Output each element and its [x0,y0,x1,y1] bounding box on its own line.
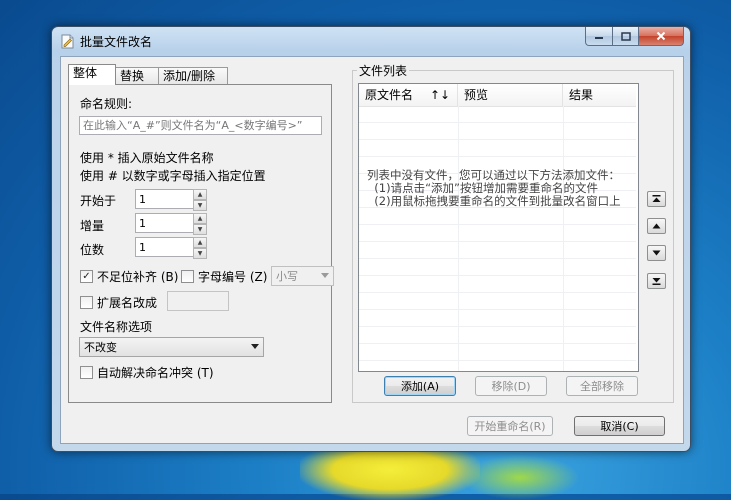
extension-input[interactable] [167,291,229,311]
tab-overall[interactable]: 整体 [68,64,116,85]
move-bottom-icon [652,278,661,285]
move-up-icon [652,223,661,229]
filename-option-label: 文件名称选项 [80,320,153,334]
caption-buttons [585,27,684,47]
title-bar[interactable]: 批量文件改名 [52,27,690,55]
spin-down-icon[interactable]: ▼ [193,224,207,235]
spin-up-icon[interactable]: ▲ [193,213,207,224]
move-top-icon [652,195,661,202]
minimize-icon [595,37,603,39]
sort-icon: ↑↓ [430,88,451,102]
checkbox-box [181,270,194,283]
column-original-name[interactable]: 原文件名 ↑↓ [359,84,458,106]
letter-number-checkbox[interactable]: 字母编号 (Z) [181,268,267,285]
digits-input[interactable] [135,237,194,257]
add-button[interactable]: 添加(A) [384,376,456,396]
overall-tab-panel: 命名规则: 使用 * 插入原始文件名称 使用 # 以数字或字母插入指定位置 开始… [68,84,334,403]
auto-resolve-label: 自动解决命名冲突 (T) [97,366,214,380]
column-divider [563,106,564,371]
digits-spinner: ▲ ▼ [135,237,208,259]
file-list-title: 文件列表 [357,62,410,79]
batch-rename-dialog: 批量文件改名 整体 替换 添加/删除 命名规则: 使用 * 插入原始文件名称 使… [51,26,691,452]
window-title: 批量文件改名 [80,35,153,49]
close-icon [656,31,666,41]
spin-down-icon[interactable]: ▼ [193,200,207,211]
letter-case-value: 小写 [276,270,298,283]
start-rename-button[interactable]: 开始重命名(R) [467,416,553,436]
spin-up-icon[interactable]: ▲ [193,189,207,200]
start-spinner-arrows: ▲ ▼ [193,189,207,211]
step-label: 增量 [80,219,105,233]
start-input[interactable] [135,189,194,209]
help-text-asterisk: 使用 * 插入原始文件名称 [80,151,214,165]
maximize-icon [620,31,631,41]
help-text-hash: 使用 # 以数字或字母插入指定位置 [80,169,266,183]
pad-zero-label: 不足位补齐 (B) [97,270,179,284]
column-result[interactable]: 结果 [563,84,636,106]
desktop-wallpaper-glow-green [460,455,580,500]
column-divider [458,106,459,371]
minimize-button[interactable] [585,27,613,46]
empty-list-hint: 列表中没有文件，您可以通过以下方法添加文件： (1)请点击“添加”按钮增加需要重… [367,169,621,208]
file-list-view[interactable]: 原文件名 ↑↓ 预览 结果 列表中没有文件，您可以通过以下方法添加文件： (1)… [358,83,639,372]
auto-resolve-checkbox[interactable]: 自动解决命名冲突 (T) [80,364,214,381]
remove-all-button[interactable]: 全部移除 [566,376,638,396]
naming-rule-input[interactable] [79,116,322,135]
spin-up-icon[interactable]: ▲ [193,237,207,248]
letter-case-select[interactable]: 小写 [271,266,334,286]
column-preview[interactable]: 预览 [458,84,563,106]
filename-option-value: 不改变 [84,341,117,354]
step-spinner: ▲ ▼ [135,213,208,235]
move-bottom-button[interactable] [647,273,666,289]
chevron-down-icon [321,273,329,278]
letter-number-label: 字母编号 (Z) [198,270,268,284]
checkbox-box [80,366,93,379]
checkmark-icon: ✓ [80,270,93,283]
move-up-button[interactable] [647,218,666,234]
digits-spinner-arrows: ▲ ▼ [193,237,207,259]
move-down-icon [652,250,661,256]
maximize-button[interactable] [613,27,639,46]
close-button[interactable] [639,27,684,46]
digits-label: 位数 [80,243,105,257]
step-input[interactable] [135,213,194,233]
chevron-down-icon [251,344,259,349]
empty-hint-line: (2)用鼠标拖拽要重命名的文件到批量改名窗口上 [367,194,621,208]
tab-replace[interactable]: 替换 [115,67,159,85]
move-top-button[interactable] [647,191,666,207]
document-edit-icon [61,34,74,49]
naming-rule-label: 命名规则: [80,97,133,111]
step-spinner-arrows: ▲ ▼ [193,213,207,235]
move-down-button[interactable] [647,245,666,261]
start-spinner: ▲ ▼ [135,189,208,211]
filename-option-select[interactable]: 不改变 [79,337,264,357]
spin-down-icon[interactable]: ▼ [193,248,207,259]
extension-change-checkbox[interactable]: 扩展名改成 [80,294,157,311]
list-gridlines [359,106,636,371]
cancel-button[interactable]: 取消(C) [574,416,665,436]
extension-change-label: 扩展名改成 [97,296,158,310]
column-original-name-label: 原文件名 [365,88,414,102]
pad-zero-checkbox[interactable]: ✓ 不足位补齐 (B) [80,268,178,285]
start-label: 开始于 [80,194,117,208]
file-list-header: 原文件名 ↑↓ 预览 结果 [359,84,636,107]
tab-add-delete[interactable]: 添加/删除 [158,67,228,85]
dialog-client-area: 整体 替换 添加/删除 命名规则: 使用 * 插入原始文件名称 使用 # 以数字… [60,56,684,444]
checkbox-box [80,296,93,309]
remove-button[interactable]: 移除(D) [475,376,547,396]
